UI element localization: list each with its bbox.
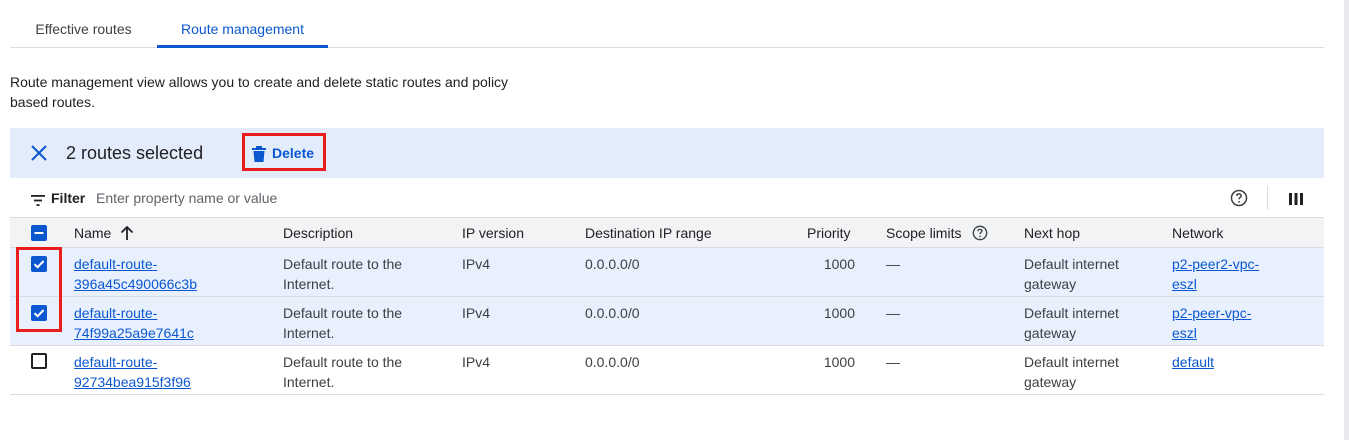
toolbar-divider <box>1267 186 1268 210</box>
route-next-hop: Default internet gateway <box>1024 354 1119 390</box>
sort-ascending-icon[interactable] <box>120 225 134 241</box>
row-checkbox[interactable] <box>31 256 47 272</box>
route-description: Default route to the Internet. <box>283 305 403 341</box>
route-next-hop: Default internet gateway <box>1024 256 1119 292</box>
column-header-name[interactable]: Name <box>74 225 111 241</box>
scrollbar-track[interactable] <box>1344 0 1349 440</box>
table-row[interactable]: default-route- 74f99a25a9e7641c Default … <box>10 297 1324 346</box>
tab-route-management[interactable]: Route management <box>157 0 328 48</box>
column-header-destination-ip-range[interactable]: Destination IP range <box>585 225 712 241</box>
selection-bar: 2 routes selected Delete <box>10 128 1324 178</box>
table-row[interactable]: default-route- 92734bea915f3f96 Default … <box>10 346 1324 395</box>
route-priority: 1000 <box>823 305 855 321</box>
column-header-priority[interactable]: Priority <box>807 225 851 241</box>
route-scope-limits: — <box>886 354 900 370</box>
route-destination-range: 0.0.0.0/0 <box>585 305 640 321</box>
route-name-link[interactable]: default-route- 92734bea915f3f96 <box>74 354 191 390</box>
column-header-network[interactable]: Network <box>1172 225 1223 241</box>
route-ip-version: IPv4 <box>462 256 491 272</box>
route-network-link[interactable]: default <box>1172 354 1214 370</box>
help-icon[interactable] <box>1230 189 1248 207</box>
table-header: Name Description IP version Destination … <box>10 218 1324 248</box>
help-icon[interactable] <box>972 225 988 241</box>
select-all-checkbox[interactable] <box>31 225 47 241</box>
filter-bar: Filter <box>10 178 1324 218</box>
route-description: Default route to the Internet. <box>283 354 403 390</box>
row-checkbox[interactable] <box>31 353 47 369</box>
route-name-link[interactable]: default-route- 396a45c490066c3b <box>74 256 197 292</box>
route-description: Default route to the Internet. <box>283 256 403 292</box>
route-scope-limits: — <box>886 305 900 321</box>
column-header-scope-limits[interactable]: Scope limits <box>886 225 961 241</box>
intro-text: Route management view allows you to crea… <box>10 74 509 110</box>
delete-button[interactable]: Delete <box>242 133 326 171</box>
trash-icon <box>252 146 266 162</box>
column-header-next-hop[interactable]: Next hop <box>1024 225 1080 241</box>
route-name-link[interactable]: default-route- 74f99a25a9e7641c <box>74 305 194 341</box>
selection-count: 2 routes selected <box>66 143 204 163</box>
tab-effective-routes[interactable]: Effective routes <box>10 0 157 47</box>
row-checkbox[interactable] <box>31 305 47 321</box>
route-ip-version: IPv4 <box>462 354 491 370</box>
route-ip-version: IPv4 <box>462 305 491 321</box>
filter-icon <box>31 193 45 206</box>
filter-input[interactable] <box>96 188 596 208</box>
column-display-icon[interactable] <box>1289 192 1303 205</box>
route-priority: 1000 <box>823 256 855 272</box>
delete-label: Delete <box>272 145 315 161</box>
route-network-link[interactable]: p2-peer2-vpc- eszl <box>1172 256 1259 292</box>
column-header-description[interactable]: Description <box>283 225 353 241</box>
table-row[interactable]: default-route- 396a45c490066c3b Default … <box>10 248 1324 297</box>
route-network-link[interactable]: p2-peer-vpc- eszl <box>1172 305 1251 341</box>
close-icon[interactable] <box>28 142 50 164</box>
tab-bar: Effective routes Route management <box>10 0 1324 48</box>
route-next-hop: Default internet gateway <box>1024 305 1119 341</box>
route-destination-range: 0.0.0.0/0 <box>585 354 640 370</box>
route-destination-range: 0.0.0.0/0 <box>585 256 640 272</box>
route-scope-limits: — <box>886 256 900 272</box>
route-priority: 1000 <box>823 354 855 370</box>
filter-label: Filter <box>51 190 86 206</box>
column-header-ip-version[interactable]: IP version <box>462 225 524 241</box>
